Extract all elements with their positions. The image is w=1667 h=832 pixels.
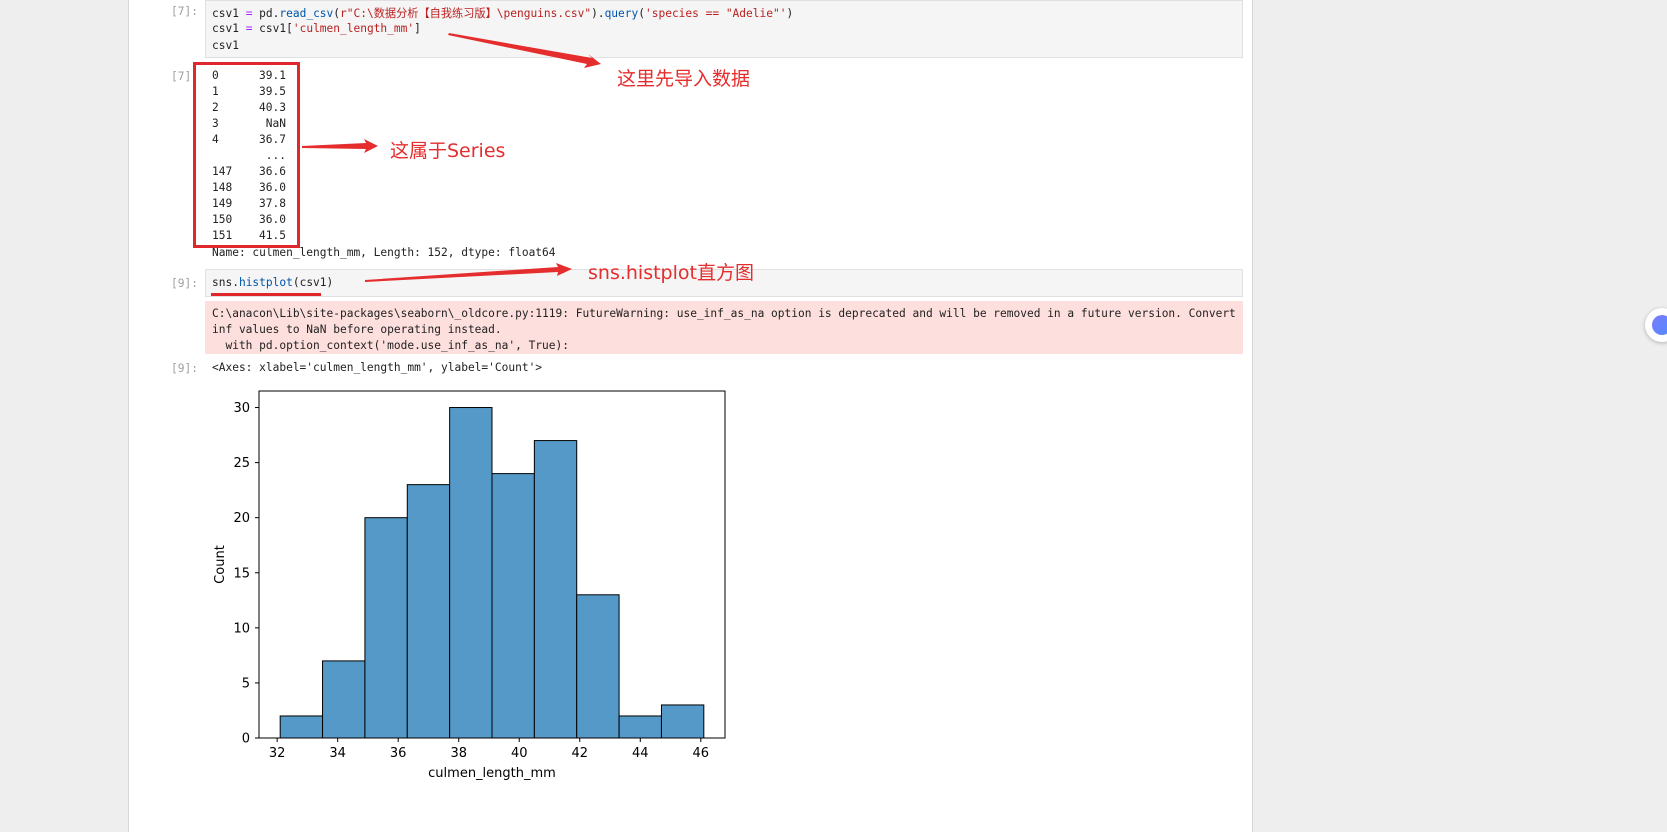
code-token: ( <box>638 7 645 20</box>
code-function: histplot <box>238 276 293 289</box>
x-tick-label: 38 <box>450 746 467 761</box>
histogram-bar <box>449 407 493 739</box>
histogram-bar <box>491 473 535 739</box>
warning-line: C:\anacon\Lib\site-packages\seaborn\_old… <box>212 307 1236 320</box>
histogram-bar <box>364 517 408 739</box>
code-token: ) <box>786 7 794 20</box>
code-token: pd. <box>252 7 280 20</box>
warning-line: inf values to NaN before operating inste… <box>212 323 502 336</box>
y-tick-label: 5 <box>242 676 250 691</box>
cell7-code-editor[interactable]: csv1 = pd.read_csv(r"C:\数据分析【自我练习版】\peng… <box>205 0 1243 58</box>
histogram-bar <box>322 660 366 739</box>
cell9-code-line: sns.histplot(csv1) <box>212 276 333 289</box>
histogram-bar <box>533 440 578 739</box>
histogram-bar <box>406 484 451 739</box>
code-token: r"C:\数据分析【自我练习版】\penguins.csv" <box>340 7 592 20</box>
y-tick-label: 20 <box>233 511 250 526</box>
assistant-icon <box>1652 315 1667 335</box>
histplot-underline <box>211 293 321 296</box>
code-token: ] <box>414 22 421 35</box>
cell9-output-prompt: [9]: <box>171 362 198 375</box>
y-axis-label: Count <box>213 545 228 584</box>
x-tick-label: 32 <box>269 746 286 761</box>
x-tick-label: 42 <box>571 746 588 761</box>
code-token: 'species == "Adelie"' <box>645 7 787 20</box>
x-tick-label: 40 <box>511 746 528 761</box>
code-token: ). <box>591 7 605 20</box>
code-token: csv1[ <box>252 22 293 35</box>
cell9-input-prompt: [9]: <box>171 277 198 290</box>
x-tick-label: 36 <box>390 746 407 761</box>
warning-line: with pd.option_context('mode.use_inf_as_… <box>212 339 569 352</box>
cell7-output-prompt: [7]: <box>171 70 198 83</box>
histogram-bar <box>660 704 705 739</box>
y-tick-label: 30 <box>233 401 250 416</box>
cell7-code-line: csv1 <box>212 39 239 52</box>
histogram-bar <box>576 594 620 739</box>
x-tick-label: 34 <box>329 746 346 761</box>
series-highlight-box <box>193 62 300 248</box>
histogram-chart: 32 34 36 38 40 42 44 46 0 5 10 15 20 25 30 culmen_lengt… <box>213 390 726 781</box>
warning-output: C:\anacon\Lib\site-packages\seaborn\_old… <box>205 301 1243 354</box>
histogram-bar <box>279 715 324 739</box>
code-text: (csv1) <box>292 276 334 289</box>
code-token: csv1 <box>212 7 246 20</box>
code-token: 'culmen_length_mm' <box>292 22 415 35</box>
x-tick-label: 46 <box>693 746 710 761</box>
axes-repr: <Axes: xlabel='culmen_length_mm', ylabel… <box>212 361 543 374</box>
annotation-series: 这属于Series <box>390 140 506 162</box>
y-tick-label: 10 <box>233 621 250 636</box>
code-token: csv1 <box>212 39 239 52</box>
x-axis-label: culmen_length_mm <box>428 766 556 781</box>
y-tick-label: 0 <box>242 732 250 747</box>
x-tick-label: 44 <box>632 746 649 761</box>
y-tick-label: 15 <box>233 566 250 581</box>
y-tick-label: 25 <box>233 456 250 471</box>
code-token: read_csv <box>279 7 334 20</box>
cell7-code-line: csv1 = pd.read_csv(r"C:\数据分析【自我练习版】\peng… <box>212 5 793 21</box>
histogram-bar <box>618 715 662 739</box>
assistant-float-button[interactable] <box>1645 308 1667 342</box>
annotation-import-data: 这里先导入数据 <box>617 68 751 90</box>
code-token: csv1 <box>212 22 246 35</box>
cell7-code-line: csv1 = csv1['culmen_length_mm'] <box>212 22 421 35</box>
code-text: sns. <box>212 276 239 289</box>
cell7-input-prompt: [7]: <box>171 5 198 18</box>
annotation-histplot: sns.histplot直方图 <box>588 262 754 284</box>
code-token: query <box>604 7 639 20</box>
